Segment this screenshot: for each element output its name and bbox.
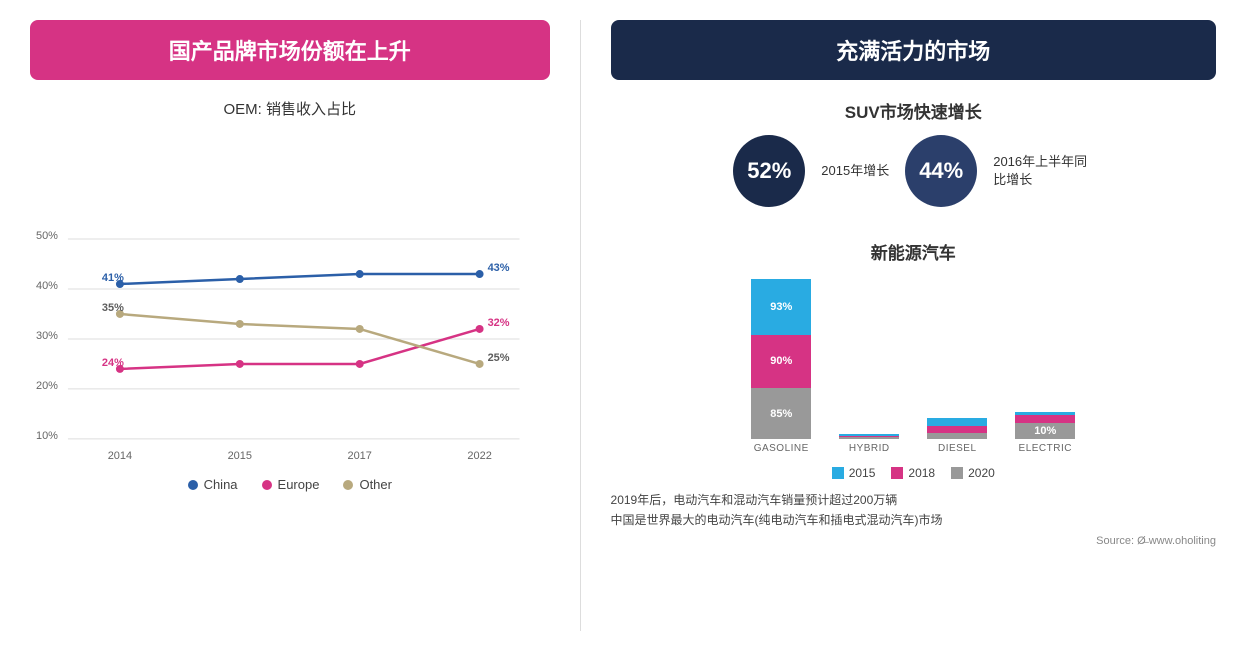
svg-text:24%: 24% — [102, 357, 124, 369]
suv-badges: 52% 2015年增长 44% 2016年上半年同比增长 — [611, 135, 1216, 207]
legend-china-label: China — [204, 477, 238, 492]
bar-legend-item: 2020 — [951, 466, 995, 480]
badge2-circle: 44% — [905, 135, 977, 207]
bar-legend-square — [891, 467, 903, 479]
bar-chart-container: 85%90%93% GASOLINE HYBRID DIESEL 10% ELECTRIC — [751, 274, 1075, 454]
bar-stack: 85%90%93% — [751, 279, 811, 439]
bar-stack — [839, 279, 899, 439]
bar-segment — [1015, 415, 1075, 423]
badge1-pct: 52% — [747, 158, 791, 184]
svg-text:40%: 40% — [36, 280, 58, 292]
legend-other-label: Other — [359, 477, 392, 492]
svg-text:50%: 50% — [36, 230, 58, 242]
bar-axis-label: ELECTRIC — [1019, 443, 1072, 454]
bar-segment: 93% — [751, 279, 811, 335]
badge1-text: 2015年增长 — [821, 162, 889, 180]
bar-stack: 10% — [1015, 279, 1075, 439]
bar-legend-label: 2015 — [849, 466, 876, 480]
right-panel: 充满活力的市场 SUV市场快速增长 52% 2015年增长 44% 2016年上… — [581, 0, 1246, 651]
bar-axis-label: DIESEL — [938, 443, 977, 454]
svg-text:35%: 35% — [102, 302, 124, 314]
bar-legend-item: 2018 — [891, 466, 935, 480]
bar-segment: 10% — [1015, 423, 1075, 439]
bar-axis-label: HYBRID — [849, 443, 890, 454]
note-line1: 2019年后，电动汽车和混动汽车销量预计超过200万辆 — [611, 490, 1216, 510]
line-chart: 10% 20% 30% 40% 50% 2014 2015 2017 2022 — [30, 129, 550, 469]
svg-text:2015: 2015 — [228, 450, 252, 462]
bar-group-diesel: DIESEL — [927, 279, 987, 454]
bar-group-gasoline: 85%90%93% GASOLINE — [751, 279, 811, 454]
legend-europe-dot — [262, 480, 272, 490]
right-title: 充满活力的市场 — [611, 20, 1216, 80]
bar-legend: 2015 2018 2020 — [832, 466, 995, 480]
note-line2: 中国是世界最大的电动汽车(纯电动汽车和插电式混动汽车)市场 — [611, 510, 1216, 530]
svg-text:41%: 41% — [102, 272, 124, 284]
svg-text:2014: 2014 — [108, 450, 132, 462]
bar-segment: 90% — [751, 335, 811, 389]
legend-other-dot — [343, 480, 353, 490]
svg-text:25%: 25% — [488, 352, 510, 364]
bar-group-electric: 10% ELECTRIC — [1015, 279, 1075, 454]
suv-section: SUV市场快速增长 52% 2015年增长 44% 2016年上半年同比增长 — [611, 98, 1216, 223]
bar-legend-square — [951, 467, 963, 479]
svg-text:2022: 2022 — [467, 450, 491, 462]
svg-text:10%: 10% — [36, 430, 58, 442]
svg-text:2017: 2017 — [347, 450, 371, 462]
suv-title: SUV市场快速增长 — [611, 98, 1216, 123]
bar-legend-item: 2015 — [832, 466, 876, 480]
bar-legend-square — [832, 467, 844, 479]
bar-segment — [839, 437, 899, 439]
bottom-note: 2019年后，电动汽车和混动汽车销量预计超过200万辆 中国是世界最大的电动汽车… — [611, 490, 1216, 531]
legend-china: China — [188, 477, 238, 492]
badge2-pct: 44% — [919, 158, 963, 184]
source-note: Source: Ø̶ www.oholiting — [611, 535, 1216, 547]
bar-axis-label: GASOLINE — [754, 443, 809, 454]
svg-text:32%: 32% — [488, 317, 510, 329]
legend-other: Other — [343, 477, 392, 492]
left-title: 国产品牌市场份额在上升 — [30, 20, 550, 80]
svg-text:20%: 20% — [36, 380, 58, 392]
new-energy-title: 新能源汽车 — [611, 239, 1216, 264]
legend-europe-label: Europe — [278, 477, 320, 492]
bar-chart-area: 85%90%93% GASOLINE HYBRID DIESEL 10% ELECTRIC… — [611, 274, 1216, 480]
bar-legend-label: 2018 — [908, 466, 935, 480]
legend-europe: Europe — [262, 477, 320, 492]
badge1-circle: 52% — [733, 135, 805, 207]
chart-subtitle: OEM: 销售收入占比 — [30, 98, 550, 119]
bar-segment — [927, 418, 987, 426]
bar-segment: 85% — [751, 388, 811, 439]
chart-legend: China Europe Other — [30, 477, 550, 492]
bar-legend-label: 2020 — [968, 466, 995, 480]
left-panel: 国产品牌市场份额在上升 OEM: 销售收入占比 10% 20% 30% 40% … — [0, 0, 580, 651]
bar-group-hybrid: HYBRID — [839, 279, 899, 454]
badge2-text: 2016年上半年同比增长 — [993, 153, 1093, 189]
svg-text:43%: 43% — [488, 262, 510, 274]
legend-china-dot — [188, 480, 198, 490]
svg-text:30%: 30% — [36, 330, 58, 342]
bar-stack — [927, 279, 987, 439]
bar-segment — [927, 433, 987, 439]
